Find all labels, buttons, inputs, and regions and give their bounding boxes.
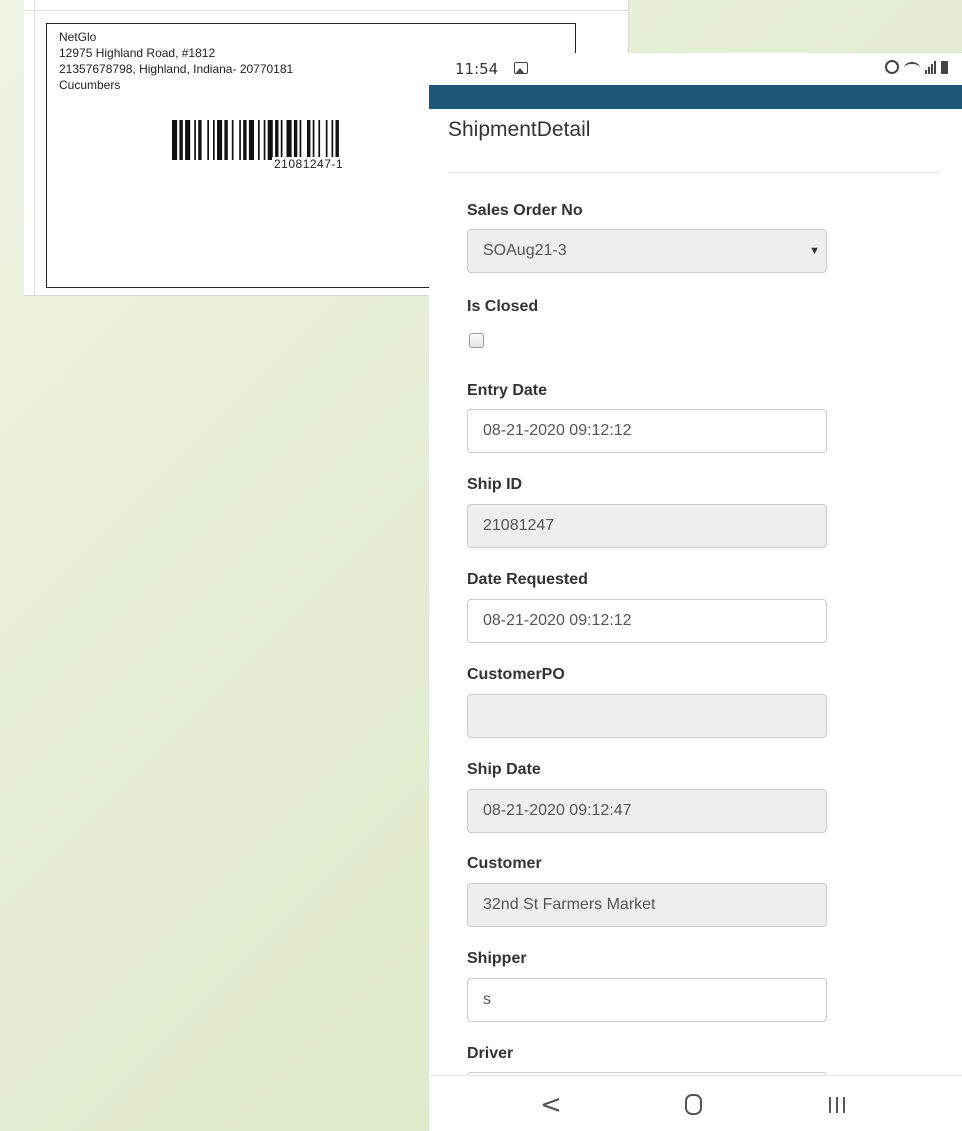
window-left-line: [34, 0, 35, 295]
is-closed-checkbox[interactable]: [469, 333, 484, 348]
battery-icon: [941, 61, 948, 74]
wifi-icon: [904, 62, 920, 74]
customer-po-field[interactable]: [467, 694, 827, 738]
status-time: 11:54: [455, 60, 499, 78]
barcode-bars: [172, 120, 339, 160]
label-product: Cucumbers: [59, 78, 121, 92]
back-icon[interactable]: <: [540, 1090, 562, 1120]
alarm-icon: [885, 60, 899, 74]
ship-id-label: Ship ID: [467, 476, 523, 493]
entry-date-field[interactable]: 08-21-2020 09:12:12: [467, 409, 827, 453]
ship-date-field[interactable]: 08-21-2020 09:12:47: [467, 789, 827, 833]
recent-apps-icon[interactable]: [829, 1097, 845, 1113]
page-title: ShipmentDetail: [448, 118, 591, 141]
ship-id-field[interactable]: 21081247: [467, 504, 827, 548]
shipper-field[interactable]: s: [467, 978, 827, 1022]
image-notification-icon: [514, 62, 528, 74]
sales-order-no-select[interactable]: SOAug21-3 ▼: [467, 229, 827, 273]
sales-order-no-value: SOAug21-3: [483, 242, 567, 259]
customer-label: Customer: [467, 855, 542, 872]
entry-date-label: Entry Date: [467, 382, 548, 399]
phone-screen: 11:54 ShipmentDetail Sales Order No SOAu…: [429, 53, 962, 1131]
title-divider: [448, 172, 940, 173]
label-address-line1: 12975 Highland Road, #1812: [59, 46, 216, 60]
date-requested-field[interactable]: 08-21-2020 09:12:12: [467, 599, 827, 643]
barcode-number: 21081247-1: [272, 157, 346, 171]
sales-order-no-label: Sales Order No: [467, 202, 583, 219]
window-top-line: [24, 10, 628, 11]
dropdown-arrow-icon: ▼: [809, 245, 820, 257]
label-company: NetGlo: [59, 30, 97, 44]
driver-label: Driver: [467, 1045, 514, 1062]
customer-field[interactable]: 32nd St Farmers Market: [467, 883, 827, 927]
signal-icon: [925, 60, 936, 74]
date-requested-label: Date Requested: [467, 571, 588, 588]
is-closed-label: Is Closed: [467, 298, 539, 315]
app-bar: [429, 85, 962, 109]
system-nav-bar: <: [429, 1075, 962, 1131]
status-icons: [885, 60, 948, 74]
shipper-label: Shipper: [467, 950, 527, 967]
label-address-block: NetGlo 12975 Highland Road, #1812 213576…: [59, 29, 293, 93]
customer-po-label: CustomerPO: [467, 666, 565, 683]
home-icon[interactable]: [685, 1094, 702, 1115]
status-bar: 11:54: [429, 53, 962, 85]
ship-date-label: Ship Date: [467, 761, 541, 778]
label-address-line2: 21357678798, Highland, Indiana- 20770181: [59, 62, 294, 76]
